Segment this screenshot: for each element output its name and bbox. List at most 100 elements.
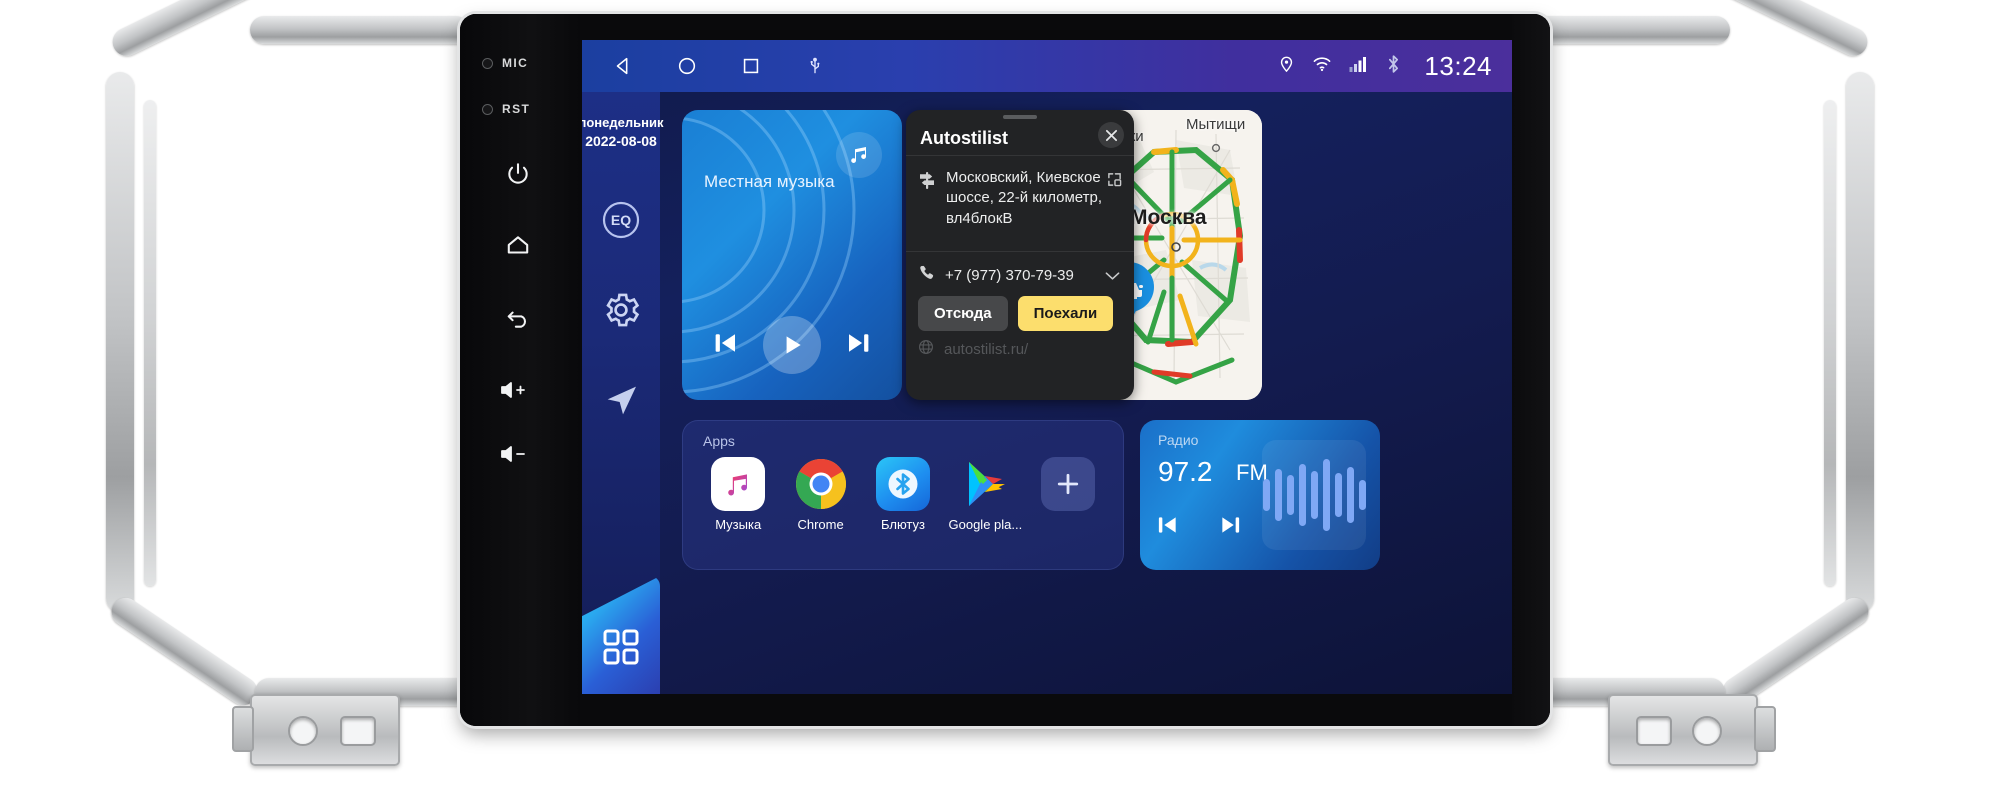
app-label-music: Музыка — [715, 517, 762, 532]
frame-corner-topleft — [107, 0, 264, 61]
popup-header: Autostilist — [906, 110, 1134, 156]
date-label: 2022-08-08 — [585, 132, 657, 149]
bezel-right — [1512, 14, 1550, 726]
sidebar-item-navigation[interactable] — [597, 376, 645, 424]
popup-website-row[interactable]: autostilist.ru/ — [906, 331, 1134, 359]
expand-copy-icon[interactable] — [1107, 172, 1122, 192]
volume-down-button[interactable] — [492, 434, 536, 474]
previous-track-icon[interactable] — [710, 328, 740, 363]
sidebar-rail: понедельник 2022-08-08 EQ — [582, 92, 663, 694]
svg-text:EQ: EQ — [611, 212, 631, 228]
bracket-tab — [1754, 706, 1776, 752]
signal-bars-icon — [1349, 55, 1369, 77]
music-title: Местная музыка — [704, 172, 835, 191]
frame-inner-rail-right — [1824, 100, 1836, 586]
wifi-icon — [1312, 56, 1332, 77]
reset-label: RST — [502, 102, 531, 116]
radio-frequency: 97.2 — [1158, 456, 1213, 487]
globe-icon — [918, 339, 934, 359]
radio-widget[interactable]: Радио 97.2 FM — [1140, 420, 1380, 570]
chevron-down-icon[interactable] — [1105, 268, 1120, 286]
location-pin-icon — [1278, 54, 1295, 79]
navigation-popup[interactable]: Autostilist Московский, Киевское шоссе, … — [906, 110, 1134, 400]
wave-bar — [1322, 459, 1330, 531]
popup-address-row[interactable]: Московский, Киевское шоссе, 22-й километ… — [906, 156, 1134, 252]
wave-bar — [1334, 473, 1342, 517]
sidebar-item-settings[interactable] — [597, 286, 645, 334]
apps-label: Apps — [703, 433, 735, 449]
next-track-icon[interactable] — [844, 328, 874, 363]
wave-bar — [1358, 480, 1366, 510]
home-content: Химки Мытищи Москва — [660, 92, 1512, 694]
popup-website-text: autostilist.ru/ — [944, 340, 1029, 358]
bezel-left: MIC RST — [460, 14, 580, 726]
music-note-icon — [836, 132, 882, 178]
route-from-button[interactable]: Отсюда — [918, 296, 1008, 331]
signpost-icon — [918, 168, 936, 239]
date-block: понедельник 2022-08-08 — [582, 114, 663, 150]
screenshot-root: MIC RST 13:24 понедельник 2022-08-08 EQ … — [0, 0, 2000, 812]
frame-corner-bottomright — [1717, 592, 1874, 711]
bracket-hole-square — [340, 716, 376, 746]
route-go-button[interactable]: Поехали — [1017, 296, 1114, 331]
frame-inner-rail-left — [144, 100, 156, 586]
mount-bracket-left — [232, 694, 400, 766]
google-play-icon — [958, 457, 1012, 511]
bracket-tab — [232, 706, 254, 752]
wave-bar — [1286, 475, 1294, 515]
usb-icon[interactable] — [802, 53, 828, 79]
popup-action-buttons: Отсюда Поехали — [906, 296, 1134, 331]
frame-bar-right — [1846, 72, 1874, 612]
app-item-music[interactable]: Музыка — [702, 457, 774, 532]
popup-address-text: Московский, Киевское шоссе, 22-й километ… — [946, 169, 1103, 227]
status-bar: 13:24 — [582, 40, 1512, 92]
home-button[interactable] — [496, 226, 540, 266]
reset-hole[interactable] — [482, 104, 493, 115]
back-triangle-icon[interactable] — [610, 53, 636, 79]
music-controls — [682, 316, 902, 374]
phone-icon — [918, 264, 935, 286]
touchscreen[interactable]: 13:24 понедельник 2022-08-08 EQ Мытищи М… — [582, 40, 1512, 694]
frame-bar-left — [106, 72, 134, 612]
popup-title: Autostilist — [920, 128, 1008, 148]
mic-label: MIC — [502, 56, 529, 70]
music-widget[interactable]: Местная музыка — [682, 110, 902, 400]
radio-label: Радио — [1158, 432, 1199, 448]
wave-bar — [1274, 469, 1282, 521]
bracket-hole-round — [1692, 716, 1722, 746]
popup-phone-row[interactable]: +7 (977) 370-79-39 — [906, 252, 1134, 296]
previous-station-icon[interactable] — [1154, 512, 1180, 543]
sidebar-apps-button[interactable] — [582, 576, 660, 694]
app-item-add[interactable] — [1032, 457, 1104, 532]
bezel-top — [460, 14, 1550, 40]
app-item-google-play[interactable]: Google pla... — [948, 457, 1023, 532]
popup-phone-number: +7 (977) 370-79-39 — [945, 266, 1074, 284]
play-button[interactable] — [762, 316, 821, 374]
apple-music-icon — [711, 457, 766, 511]
status-icons-group: 13:24 — [1278, 51, 1512, 82]
close-icon[interactable] — [1098, 122, 1124, 148]
sidebar-item-eq[interactable]: EQ — [597, 196, 645, 244]
apps-row: Музыка Chrome Блютуз Google pla... — [683, 457, 1123, 532]
plus-add-icon — [1040, 457, 1095, 511]
app-label-chrome: Chrome — [797, 517, 844, 532]
volume-up-button[interactable] — [492, 370, 536, 410]
app-item-bluetooth[interactable]: Блютуз — [867, 457, 939, 532]
head-unit-device: MIC RST 13:24 понедельник 2022-08-08 EQ … — [460, 14, 1550, 726]
mic-hole — [482, 58, 493, 69]
chrome-icon — [794, 457, 848, 511]
next-station-icon[interactable] — [1218, 512, 1244, 543]
home-circle-icon[interactable] — [674, 53, 700, 79]
status-clock: 13:24 — [1424, 50, 1492, 81]
frame-corner-bottomleft — [106, 592, 263, 711]
recents-square-icon[interactable] — [738, 53, 764, 79]
app-label-bluetooth: Блютуз — [880, 517, 925, 532]
audio-waveform-icon — [1262, 440, 1366, 550]
bluetooth-app-icon — [875, 457, 930, 511]
power-button[interactable] — [496, 154, 540, 194]
map-label-mytishchi: Мытищи — [1186, 116, 1246, 133]
app-item-chrome[interactable]: Chrome — [785, 457, 857, 532]
back-button[interactable] — [496, 298, 540, 338]
radio-controls — [1154, 512, 1244, 543]
app-label-google-play: Google pla... — [948, 517, 1023, 532]
